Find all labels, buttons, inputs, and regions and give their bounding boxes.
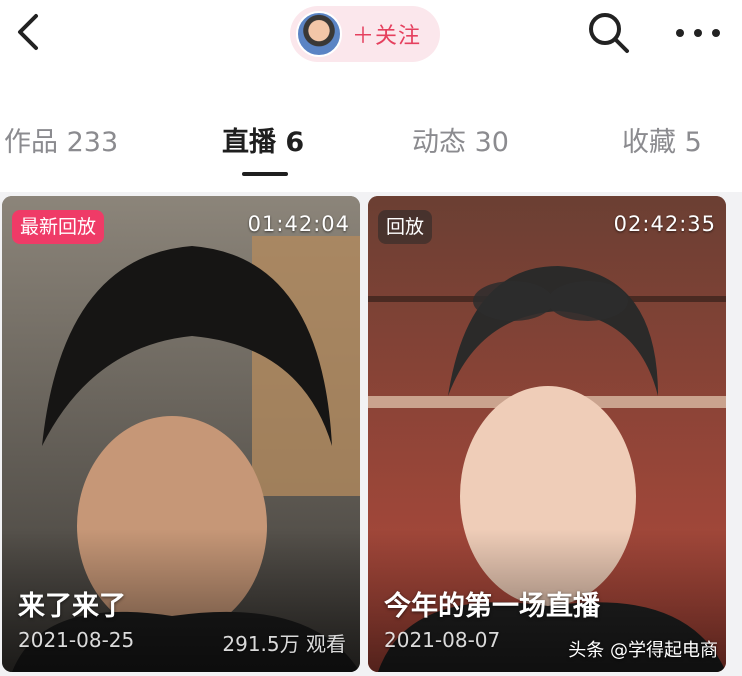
active-tab-indicator [242, 172, 288, 176]
video-duration: 02:42:35 [613, 212, 716, 236]
avatar [296, 11, 342, 57]
live-replay-card[interactable]: 回放 02:42:35 今年的第一场直播 2021-08-07 头条 @学得起电… [368, 196, 726, 672]
status-badge: 回放 [378, 210, 433, 244]
top-bar: ＋关注 [0, 0, 742, 80]
card-title: 今年的第一场直播 [384, 591, 600, 622]
live-replay-card[interactable]: 最新回放 01:42:04 来了来了 2021-08-25 291.5万 观看 [2, 196, 360, 672]
status-badge: 最新回放 [12, 210, 105, 244]
card-date: 2021-08-25 [18, 628, 135, 652]
video-duration: 01:42:04 [247, 212, 350, 236]
follow-button[interactable]: ＋关注 [290, 6, 440, 62]
search-icon[interactable] [586, 10, 632, 56]
tab-works[interactable]: 作品 233 [4, 120, 118, 159]
tab-favorites[interactable]: 收藏 5 [622, 120, 702, 159]
more-icon[interactable] [674, 18, 722, 48]
tab-moments[interactable]: 动态 30 [412, 120, 509, 159]
watermark: 头条 @学得起电商 [568, 640, 718, 661]
tab-live[interactable]: 直播 6 [222, 120, 304, 159]
profile-tabs: 作品 233 直播 6 动态 30 收藏 5 [0, 80, 742, 192]
card-date: 2021-08-07 [384, 628, 501, 652]
back-icon[interactable] [8, 10, 48, 54]
follow-label: ＋关注 [352, 24, 422, 49]
view-count: 291.5万 观看 [222, 632, 346, 656]
card-title: 来了来了 [18, 591, 126, 622]
